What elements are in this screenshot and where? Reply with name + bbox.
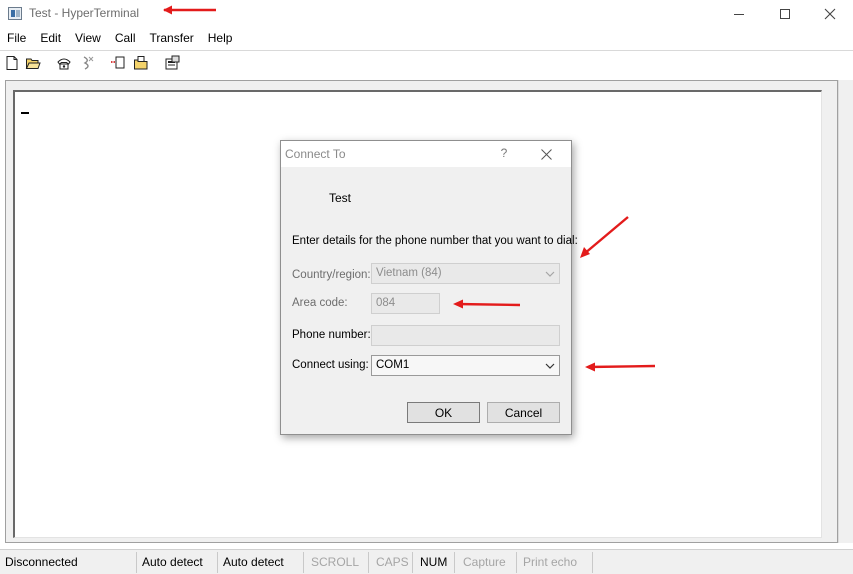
country-select[interactable]: Vietnam (84) <box>371 263 560 284</box>
status-connection: Disconnected <box>0 552 137 573</box>
country-label: Country/region: <box>292 269 371 281</box>
properties-button[interactable] <box>164 55 182 73</box>
send-icon <box>111 56 125 69</box>
dialog-close-button[interactable] <box>537 146 555 162</box>
help-button[interactable]: ? <box>494 146 514 160</box>
status-capture: Capture <box>458 552 517 573</box>
menu-bar: File Edit View Call Transfer Help <box>0 29 239 48</box>
status-bar: Disconnected Auto detect Auto detect SCR… <box>0 549 853 574</box>
text-cursor <box>21 112 29 114</box>
window-title: Test - HyperTerminal <box>29 6 140 20</box>
connect-using-label: Connect using: <box>292 359 369 371</box>
status-speed: Auto detect <box>218 552 304 573</box>
title-bar: Test - HyperTerminal <box>0 0 853 28</box>
dial-instruction: Enter details for the phone number that … <box>292 235 578 247</box>
minimize-icon <box>734 13 744 15</box>
annotation-arrow-area-code <box>453 299 521 309</box>
area-code-value: 084 <box>376 297 396 309</box>
connect-using-select[interactable]: COM1 <box>371 355 560 376</box>
receive-button[interactable] <box>133 55 151 73</box>
menu-call[interactable]: Call <box>108 29 143 48</box>
close-icon <box>540 148 552 160</box>
connection-icon <box>294 185 314 201</box>
open-button[interactable] <box>25 55 43 73</box>
status-num: NUM <box>415 552 455 573</box>
phone-number-input[interactable] <box>371 325 560 346</box>
new-button[interactable] <box>4 55 22 73</box>
dialog-title-bar: Connect To ? <box>281 141 571 167</box>
annotation-arrow-title <box>163 5 216 15</box>
call-button[interactable] <box>56 55 74 73</box>
dialog-title: Connect To <box>285 147 346 161</box>
status-caps: CAPS <box>371 552 413 573</box>
disconnect-button[interactable] <box>80 55 98 73</box>
menu-help[interactable]: Help <box>201 29 240 48</box>
area-code-input[interactable]: 084 <box>371 293 440 314</box>
annotation-arrow-connect-using <box>585 362 656 372</box>
connection-name: Test <box>329 191 352 205</box>
connect-to-dialog: Connect To ? Test Enter details for the … <box>280 140 578 435</box>
minimize-button[interactable] <box>716 0 762 28</box>
chevron-down-icon <box>545 271 555 277</box>
status-emulation: Auto detect <box>137 552 218 573</box>
status-scroll: SCROLL <box>306 552 369 573</box>
status-print-echo: Print echo <box>518 552 593 573</box>
chevron-down-icon <box>545 363 555 369</box>
close-icon <box>824 8 836 20</box>
ok-button[interactable]: OK <box>407 402 480 423</box>
connect-using-value: COM1 <box>376 359 410 371</box>
maximize-button[interactable] <box>762 0 808 28</box>
vertical-scrollbar[interactable] <box>838 80 853 543</box>
toolbar <box>0 50 853 76</box>
properties-icon <box>165 55 180 70</box>
annotation-arrow-instruction <box>580 216 629 258</box>
menu-view[interactable]: View <box>68 29 108 48</box>
hyperterminal-icon[interactable] <box>8 7 22 20</box>
cancel-button[interactable]: Cancel <box>487 402 560 423</box>
close-button[interactable] <box>807 0 853 28</box>
disconnect-icon <box>83 56 94 70</box>
receive-icon <box>134 56 148 70</box>
new-document-icon <box>6 56 18 70</box>
send-button[interactable] <box>110 55 128 73</box>
menu-file[interactable]: File <box>0 29 33 48</box>
menu-transfer[interactable]: Transfer <box>143 29 201 48</box>
phone-icon <box>57 58 71 70</box>
maximize-icon <box>780 9 790 19</box>
country-value: Vietnam (84) <box>376 267 442 279</box>
phone-number-label: Phone number: <box>292 329 371 341</box>
area-code-label: Area code: <box>292 297 348 309</box>
open-folder-icon <box>25 58 41 69</box>
menu-edit[interactable]: Edit <box>33 29 68 48</box>
